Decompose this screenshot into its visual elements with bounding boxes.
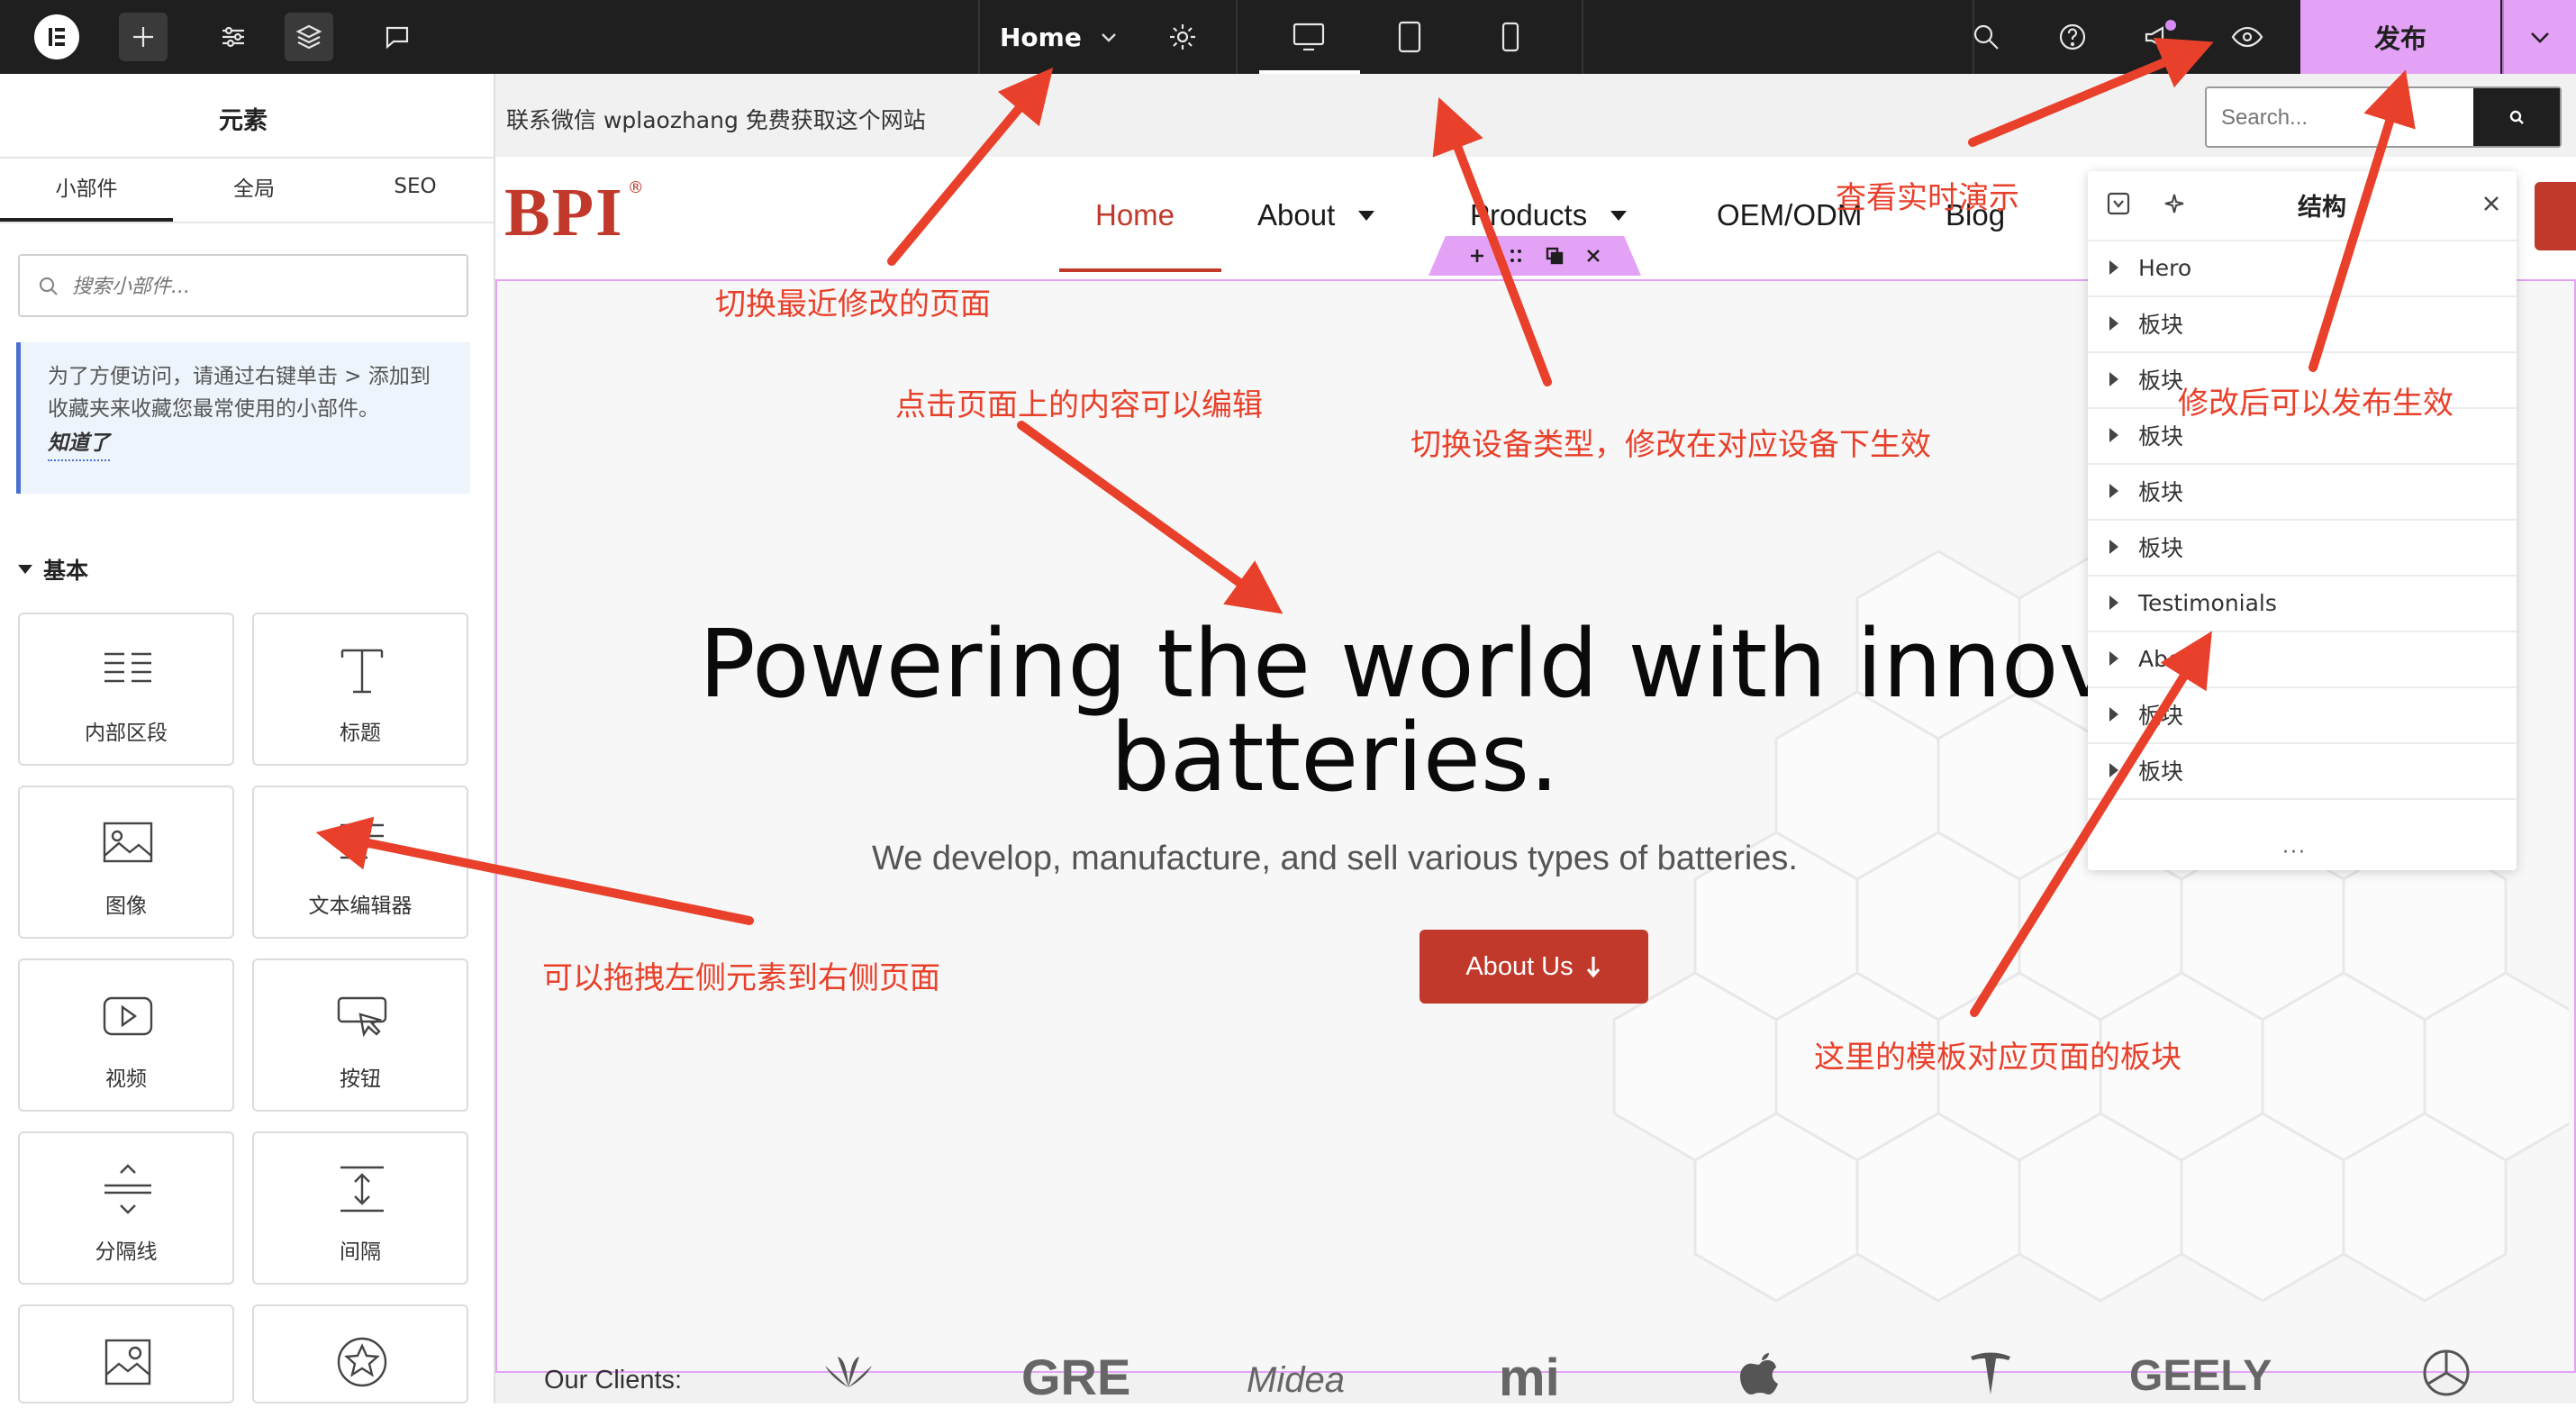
annotation-switch-device: 切换设备类型，修改在对应设备下生效 <box>1410 427 1931 463</box>
annotation-drag: 可以拖拽左侧元素到右侧页面 <box>542 960 940 996</box>
annotation-template: 这里的模板对应页面的板块 <box>1814 1040 2181 1076</box>
arrow-click-edit <box>1017 421 1283 614</box>
annotation-arrows <box>315 37 2416 1017</box>
arrow-template <box>1970 631 2212 1017</box>
annotation-publish: 修改后可以发布生效 <box>2178 386 2454 422</box>
arrow-preview <box>1968 37 2214 147</box>
arrow-device-switch <box>1432 96 1552 386</box>
arrow-recent-pages <box>887 67 1054 266</box>
annotation-preview: 查看实时演示 <box>1836 180 2019 216</box>
arrow-publish <box>2308 69 2416 372</box>
annotation-recent-pages: 切换最近修改的页面 <box>715 286 991 322</box>
annotation-click-edit: 点击页面上的内容可以编辑 <box>895 387 1263 423</box>
arrow-drag <box>315 816 754 925</box>
